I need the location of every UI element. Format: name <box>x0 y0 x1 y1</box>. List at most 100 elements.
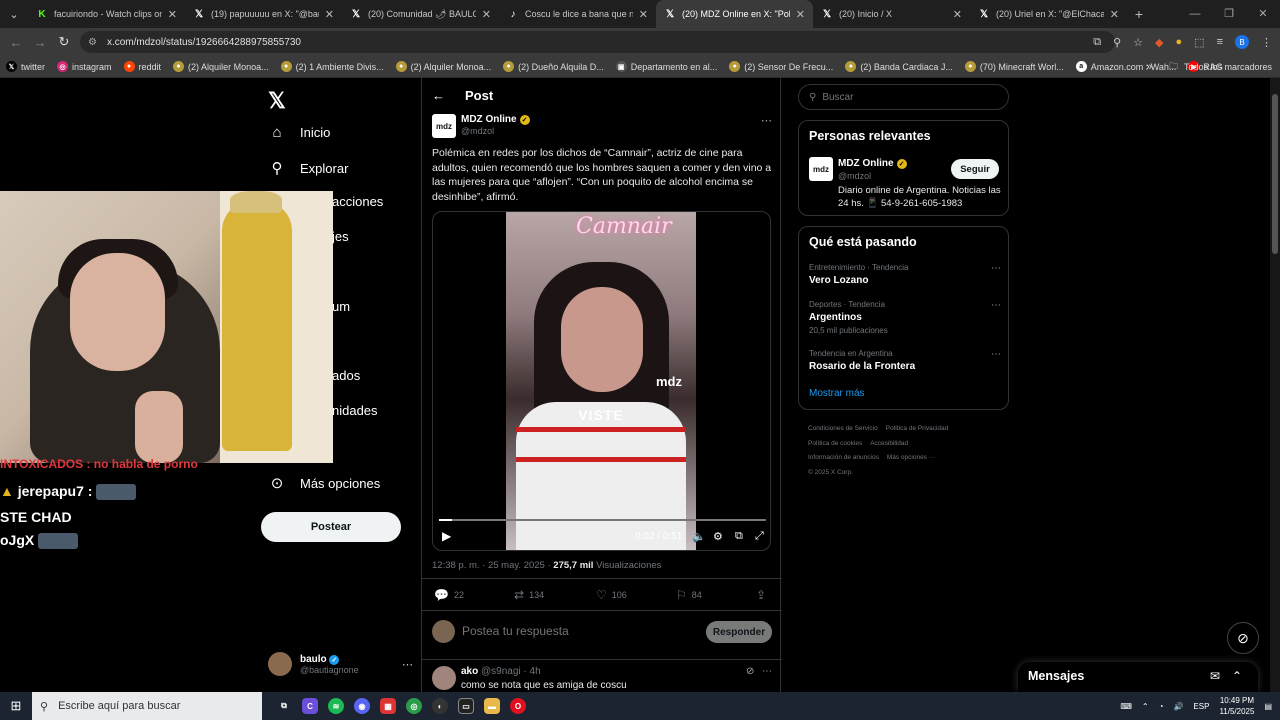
forward-button[interactable]: → <box>28 35 52 50</box>
trend-item[interactable]: Entretenimiento · Tendencia Vero Lozano … <box>809 263 1001 286</box>
avatar[interactable]: mdz <box>809 157 833 181</box>
reply-submit-button[interactable]: Responder <box>706 621 772 643</box>
like-button[interactable]: ♡ 106 <box>596 588 627 602</box>
share-button[interactable]: ⇪ <box>756 588 766 602</box>
post-timestamp[interactable]: 12:38 p. m. · 25 may. 2025 <box>432 560 545 571</box>
bookmark-item[interactable]: ● (2) Alquiler Monoa... <box>390 61 498 72</box>
trend-more-icon[interactable]: ⋯ <box>991 349 1001 360</box>
browser-tab[interactable]: 𝕏 (20) Comunidad 🌶 BAULO CLU ✕ <box>342 0 499 28</box>
bookmark-item[interactable]: ● (70) Minecraft Worl... <box>959 61 1070 72</box>
bookmark-item[interactable]: ● (2) Sensor De Frecu... <box>723 61 839 72</box>
back-button[interactable]: ← <box>4 35 28 50</box>
bookmark-item[interactable]: ● (2) Alquiler Monoa... <box>167 61 275 72</box>
settings-gear-icon[interactable]: ⚙ <box>713 530 723 543</box>
bookmark-item[interactable]: 𝕏twitter <box>0 61 51 72</box>
obs-icon[interactable]: ◐ <box>432 698 448 714</box>
reply-button[interactable]: 💬 22 <box>434 588 464 602</box>
file-explorer-icon[interactable]: ▬ <box>484 698 500 714</box>
clock[interactable]: 10:49 PM 11/5/2025 <box>1219 695 1254 717</box>
bookmark-item[interactable]: ● (2) Banda Cardiaca J... <box>839 61 959 72</box>
bookmark-item[interactable]: ◎ instagram <box>51 61 118 72</box>
author-handle[interactable]: @mdzol <box>461 126 494 136</box>
follow-button[interactable]: Seguir <box>951 159 999 179</box>
nav-item-inicio[interactable]: ⌂ Inicio <box>268 124 330 141</box>
page-scrollbar[interactable] <box>1270 78 1280 692</box>
footer-link[interactable]: Más opciones ··· <box>887 454 935 461</box>
browser-tab[interactable]: Kfacuiriondo - Watch clips on Ki ✕ <box>28 0 185 28</box>
scrollbar-thumb[interactable] <box>1272 94 1278 254</box>
account-menu-icon[interactable]: ⋯ <box>402 658 413 671</box>
new-tab-button[interactable]: + <box>1127 6 1151 22</box>
close-tab-icon[interactable]: ✕ <box>325 8 334 21</box>
video-progress-bar[interactable] <box>439 519 766 521</box>
bookmark-item[interactable]: ▣ Departamento en al... <box>610 61 724 72</box>
opera-icon[interactable]: O <box>510 698 526 714</box>
task-view-icon[interactable]: ⧉ <box>276 698 292 714</box>
profile-avatar-icon[interactable]: B <box>1235 35 1249 49</box>
bookmark-star-icon[interactable]: ☆ <box>1133 36 1143 49</box>
browser-tab[interactable]: 𝕏 (20) Uriel en X: "@ElChacalito1 ✕ <box>970 0 1127 28</box>
extension-2-icon[interactable]: ● <box>1176 36 1183 48</box>
close-tab-icon[interactable]: ✕ <box>168 8 177 21</box>
x-logo-icon[interactable]: 𝕏 <box>268 88 286 114</box>
chrome-icon[interactable]: ◎ <box>406 698 422 714</box>
network-icon[interactable]: ◔ <box>1159 702 1164 711</box>
trend-item[interactable]: Deportes · Tendencia Argentinos 20,5 mil… <box>809 300 1001 335</box>
repost-button[interactable]: ⇄ 134 <box>514 588 544 602</box>
extension-1-icon[interactable]: ◆ <box>1155 36 1163 49</box>
trend-more-icon[interactable]: ⋯ <box>991 300 1001 311</box>
grok-button[interactable]: ⊘ <box>1227 622 1259 654</box>
browser-tab[interactable]: 𝕏 (19) papuuuuu en X: "@bautia ✕ <box>185 0 342 28</box>
url-field[interactable]: ⚙ x.com/mdzol/status/1926664288975855730 <box>80 31 1115 53</box>
language-indicator[interactable]: ESP <box>1193 702 1209 711</box>
post-more-icon[interactable]: ⋯ <box>761 114 772 127</box>
nav-item-comunidades[interactable]: nidades <box>332 403 378 418</box>
bookmark-item[interactable]: ● reddit <box>118 61 168 72</box>
app-icon[interactable]: ▦ <box>380 698 396 714</box>
extensions-icon[interactable]: ⬚ <box>1194 36 1204 49</box>
footer-link[interactable]: Política de Privacidad <box>886 425 949 432</box>
nav-item-notificaciones[interactable]: acciones <box>332 194 383 209</box>
notifications-icon[interactable]: ▤ <box>1264 702 1272 711</box>
trend-item[interactable]: Tendencia en Argentina Rosario de la Fro… <box>809 349 1001 372</box>
relevant-name[interactable]: MDZ Online <box>838 158 894 169</box>
all-bookmarks-folder[interactable]: 🗀 Todos los marcadores <box>1169 56 1272 78</box>
expand-icon[interactable]: ⌃ <box>1232 669 1242 683</box>
grok-icon[interactable]: ⊘ <box>746 666 754 677</box>
account-switcher[interactable]: baulo ✓ @bautiagnone ⋯ <box>268 652 413 676</box>
new-message-icon[interactable]: ✉ <box>1210 669 1220 683</box>
fullscreen-icon[interactable]: ⤢ <box>755 530 764 543</box>
video-player[interactable]: Camnair mdz VISTE ▶ 0:02 / 0:51 🔈 ⚙ ⧉ ⤢ <box>432 211 771 551</box>
footer-link[interactable]: Política de cookies <box>808 440 862 447</box>
nav-item-explorar[interactable]: ⚲ Explorar <box>268 159 349 177</box>
nav-item-mas-opciones[interactable]: ⊙ Más opciones <box>268 474 381 492</box>
browser-tab[interactable]: 𝕏 (20) MDZ Online en X: "Polémic ✕ <box>656 0 813 28</box>
bookmark-button[interactable]: ⚐ 84 <box>676 588 702 602</box>
browser-menu-icon[interactable]: ⋮ <box>1261 36 1272 49</box>
picture-in-picture-icon[interactable]: ⧉ <box>735 530 743 543</box>
volume-icon[interactable]: 🔈 <box>692 530 706 543</box>
windows-start-icon[interactable]: ⊞ <box>0 698 32 714</box>
browser-tab[interactable]: 𝕏 (20) Inicio / X ✕ <box>813 0 970 28</box>
tab-search-button[interactable]: ⌄ <box>0 0 28 28</box>
post-button[interactable]: Postear <box>261 512 401 542</box>
maximize-button[interactable]: ❐ <box>1212 0 1246 28</box>
copilot-icon[interactable]: C <box>302 698 318 714</box>
media-control-icon[interactable]: ≡ <box>1217 36 1223 48</box>
bookmark-item[interactable]: ● (2) Dueño Alquila D... <box>497 61 610 72</box>
terminal-icon[interactable]: ▭ <box>458 698 474 714</box>
bookmarks-overflow-icon[interactable]: » <box>1146 61 1152 73</box>
bookmark-item[interactable]: ● (2) 1 Ambiente Divis... <box>275 61 390 72</box>
close-window-button[interactable]: ✕ <box>1246 0 1280 28</box>
close-tab-icon[interactable]: ✕ <box>482 8 491 21</box>
nav-item-guardados[interactable]: ados <box>332 368 360 383</box>
trend-more-icon[interactable]: ⋯ <box>991 263 1001 274</box>
close-tab-icon[interactable]: ✕ <box>796 8 805 21</box>
messages-drawer[interactable]: Mensajes ✉ ⌃ <box>1018 662 1258 692</box>
close-tab-icon[interactable]: ✕ <box>953 8 962 21</box>
taskbar-search[interactable]: ⚲ Escribe aquí para buscar <box>32 692 262 720</box>
close-tab-icon[interactable]: ✕ <box>1110 8 1119 21</box>
nav-item-mensajes[interactable]: jes <box>332 229 349 244</box>
zoom-icon[interactable]: ⚲ <box>1113 36 1121 49</box>
reply-more-icon[interactable]: ⋯ <box>762 666 772 677</box>
